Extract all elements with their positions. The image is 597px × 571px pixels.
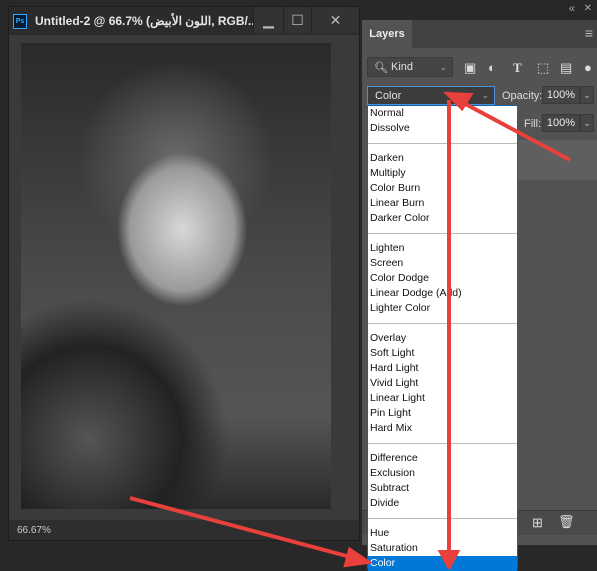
tab-layers[interactable]: Layers [362, 20, 412, 48]
menu-separator [368, 436, 517, 451]
blend-mode-option[interactable]: Normal [368, 106, 517, 121]
fill-label: Fill: [524, 118, 542, 130]
blend-mode-option[interactable]: Lighten [368, 241, 517, 256]
zoom-level[interactable]: 66.67% [9, 520, 359, 540]
blend-mode-option[interactable]: Linear Dodge (Add) [368, 286, 517, 301]
chevron-down-icon: ⌄ [439, 61, 447, 72]
layer-row[interactable] [517, 140, 597, 180]
panel-menu-icon[interactable]: ≡ [585, 25, 593, 41]
adjustment-layer-filter-icon[interactable]: ◐ [488, 60, 496, 75]
blend-mode-option[interactable]: Darker Color [368, 211, 517, 226]
blend-mode-option[interactable]: Difference [368, 451, 517, 466]
collapse-panel-icon[interactable]: « [569, 3, 575, 15]
blend-mode-option[interactable]: Darken [368, 151, 517, 166]
photo-girl-with-sunflowers [21, 43, 331, 509]
blend-mode-value: Color [375, 89, 402, 102]
opacity-input[interactable]: 100% [542, 86, 580, 104]
arrowhead [343, 546, 374, 568]
document-window: Ps Untitled-2 @ 66.7% (اللون الأبيض, RGB… [8, 6, 360, 541]
blend-mode-option[interactable]: Lighter Color [368, 301, 517, 316]
close-button[interactable]: ✕ [311, 7, 359, 33]
maximize-button[interactable]: ☐ [283, 7, 311, 33]
menu-separator [368, 511, 517, 526]
fill-slider-toggle[interactable]: ⌄ [580, 114, 594, 132]
close-panel-icon[interactable]: ✕ [584, 3, 592, 14]
menu-separator [368, 226, 517, 241]
photoshop-logo-icon: Ps [13, 13, 27, 29]
pixel-layer-filter-icon[interactable]: ▣ [464, 60, 476, 76]
blend-mode-option[interactable]: Hue [368, 526, 517, 541]
blend-mode-option[interactable]: Divide [368, 496, 517, 511]
chevron-down-icon: ⌄ [481, 90, 489, 100]
blend-mode-option[interactable]: Vivid Light [368, 376, 517, 391]
filter-kind-label: Kind [391, 61, 414, 73]
canvas-area[interactable] [9, 35, 359, 520]
blend-mode-dropdown-menu: Normal Dissolve Darken Multiply Color Burn Li… [367, 105, 518, 571]
blend-mode-option[interactable]: Color Dodge [368, 271, 517, 286]
new-layer-icon[interactable]: ⊞ [532, 515, 543, 531]
fill-input[interactable]: 100% [542, 114, 580, 132]
blend-mode-select[interactable]: Color ⌄ [367, 86, 495, 105]
opacity-label: Opacity: [502, 90, 543, 102]
filter-toggle-icon[interactable]: ● [584, 60, 592, 75]
menu-separator [368, 136, 517, 151]
blend-mode-option[interactable]: Soft Light [368, 346, 517, 361]
opacity-slider-toggle[interactable]: ⌄ [580, 86, 594, 104]
trash-icon[interactable]: 🗑︎ [558, 514, 575, 530]
blend-mode-option[interactable]: Color Burn [368, 181, 517, 196]
blend-mode-option[interactable]: Saturation [368, 541, 517, 556]
menu-separator [368, 316, 517, 331]
document-title: Untitled-2 @ 66.7% (اللون الأبيض, RGB/..… [35, 14, 258, 28]
blend-mode-option[interactable]: Screen [368, 256, 517, 271]
smart-object-filter-icon[interactable]: ▤ [560, 60, 572, 76]
blend-mode-option[interactable]: Multiply [368, 166, 517, 181]
minimize-button[interactable]: ▁ [253, 7, 283, 33]
blend-mode-option[interactable]: Linear Burn [368, 196, 517, 211]
type-layer-filter-icon[interactable]: T [513, 60, 522, 76]
blend-mode-option[interactable]: Exclusion [368, 466, 517, 481]
blend-mode-option[interactable]: Hard Mix [368, 421, 517, 436]
blend-mode-option[interactable]: Subtract [368, 481, 517, 496]
blend-mode-option[interactable]: Pin Light [368, 406, 517, 421]
blend-mode-option[interactable]: Dissolve [368, 121, 517, 136]
search-icon: 🔍︎ [374, 61, 392, 74]
shape-layer-filter-icon[interactable]: ⬚ [537, 60, 549, 76]
blend-mode-option[interactable]: Linear Light [368, 391, 517, 406]
filter-kind-select[interactable]: 🔍︎ Kind ⌄ [367, 57, 453, 77]
blend-mode-option[interactable]: Hard Light [368, 361, 517, 376]
blend-mode-option[interactable]: Overlay [368, 331, 517, 346]
